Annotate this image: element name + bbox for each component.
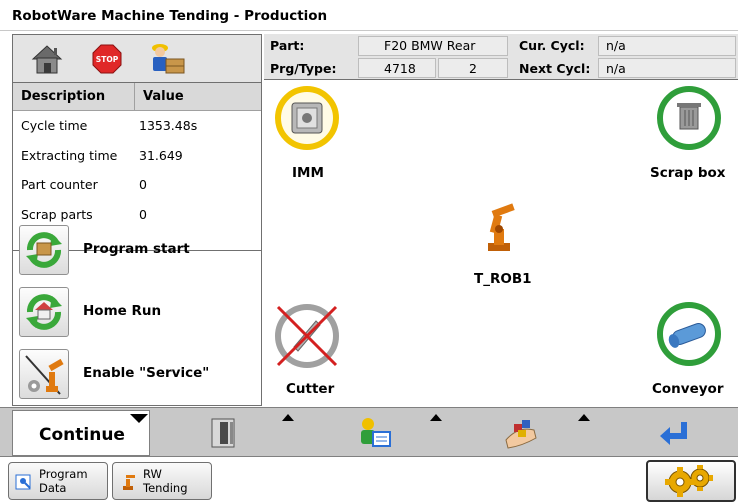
program-data-icon xyxy=(15,474,31,490)
gears-icon xyxy=(665,465,713,497)
program-start-label: Program start xyxy=(83,241,190,257)
parts-handling-icon[interactable] xyxy=(500,416,537,450)
enter-return-icon[interactable] xyxy=(656,416,692,450)
left-panel: STOP Description Value Cycle time 1353.4… xyxy=(12,34,262,406)
arrow-up-icon[interactable] xyxy=(578,414,590,421)
cutter-icon xyxy=(275,304,339,368)
robot-label: T_ROB1 xyxy=(474,271,532,287)
enable-service-button[interactable]: Enable "Service" xyxy=(13,343,261,405)
home-run-icon xyxy=(19,287,69,337)
table-row[interactable]: Extracting time 31.649 xyxy=(13,141,261,171)
settings-button[interactable] xyxy=(646,460,736,502)
icon-bar: STOP xyxy=(13,35,261,83)
home-icon[interactable] xyxy=(29,41,65,77)
worker-box-icon[interactable] xyxy=(147,41,185,77)
scrap-box-icon xyxy=(657,86,721,150)
station-imm[interactable]: IMM xyxy=(274,85,344,181)
row-value: 0 xyxy=(139,177,147,192)
row-value: 31.649 xyxy=(139,147,183,163)
imm-icon xyxy=(275,86,339,150)
next-cycle-label: Next Cycl: xyxy=(519,61,591,76)
rw-tending-label-line2: Tending xyxy=(143,481,188,495)
imm-label: IMM xyxy=(292,165,324,181)
part-info-panel: Part: F20 BMW Rear Prg/Type: 4718 2 Cur.… xyxy=(264,34,738,80)
type-value: 2 xyxy=(469,61,477,76)
machine-door-icon[interactable] xyxy=(204,416,240,450)
window-title: RobotWare Machine Tending - Production xyxy=(12,8,328,24)
station-robot[interactable]: T_ROB1 xyxy=(464,199,534,289)
rw-tending-robot-icon xyxy=(123,475,135,490)
program-data-task-button[interactable]: Program Data xyxy=(8,462,108,500)
service-robot-icon xyxy=(19,349,69,399)
part-value: F20 BMW Rear xyxy=(384,38,476,53)
arrow-up-icon[interactable] xyxy=(430,414,442,421)
station-conveyor[interactable]: Conveyor xyxy=(652,301,736,401)
row-value: 1353.48s xyxy=(139,118,198,133)
conveyor-icon xyxy=(657,302,721,366)
next-cycle-value: n/a xyxy=(606,61,626,76)
program-data-label-line2: Data xyxy=(39,481,67,495)
stop-sign-icon[interactable]: STOP xyxy=(89,41,125,77)
home-run-button[interactable]: Home Run xyxy=(13,281,261,343)
table-header: Description Value xyxy=(13,83,261,111)
enable-service-label: Enable "Service" xyxy=(83,365,210,381)
arrow-up-icon[interactable] xyxy=(282,414,294,421)
home-run-label: Home Run xyxy=(83,303,162,319)
header-description[interactable]: Description xyxy=(13,83,135,110)
station-cutter[interactable]: Cutter xyxy=(272,301,352,401)
table-row[interactable]: Part counter 0 xyxy=(13,170,261,200)
part-label: Part: xyxy=(270,38,305,53)
program-start-button[interactable]: Program start xyxy=(13,219,261,281)
header-value[interactable]: Value xyxy=(135,83,184,110)
program-data-label-line1: Program xyxy=(39,467,88,481)
scrap-box-label: Scrap box xyxy=(650,165,726,181)
table-row[interactable]: Cycle time 1353.48s xyxy=(13,111,261,141)
row-description: Extracting time xyxy=(21,147,118,163)
operator-screen-icon[interactable] xyxy=(356,416,392,450)
rw-tending-task-button[interactable]: RW Tending xyxy=(112,462,212,500)
cur-cycle-label: Cur. Cycl: xyxy=(519,38,585,53)
station-scrap-box[interactable]: Scrap box xyxy=(650,85,736,181)
prg-type-label: Prg/Type: xyxy=(270,61,337,76)
row-description: Part counter xyxy=(21,177,98,192)
cur-cycle-value: n/a xyxy=(606,38,626,53)
continue-menu-arrow-icon[interactable] xyxy=(130,414,148,423)
bottom-toolbar: Continue xyxy=(0,407,738,457)
row-description: Cycle time xyxy=(21,118,88,133)
rw-tending-label-line1: RW xyxy=(143,467,162,481)
svg-text:STOP: STOP xyxy=(96,55,119,64)
prg-value: 4718 xyxy=(384,61,416,76)
program-start-icon xyxy=(19,225,69,275)
title-bar: RobotWare Machine Tending - Production xyxy=(0,0,738,31)
robot-icon xyxy=(488,203,515,251)
continue-label: Continue xyxy=(39,425,125,445)
conveyor-label: Conveyor xyxy=(652,381,724,397)
taskbar: Program Data RW Tending xyxy=(0,458,738,504)
station-area: IMM Scrap box T_ROB1 Cutter Conveyor xyxy=(264,81,738,406)
cutter-label: Cutter xyxy=(286,381,335,397)
